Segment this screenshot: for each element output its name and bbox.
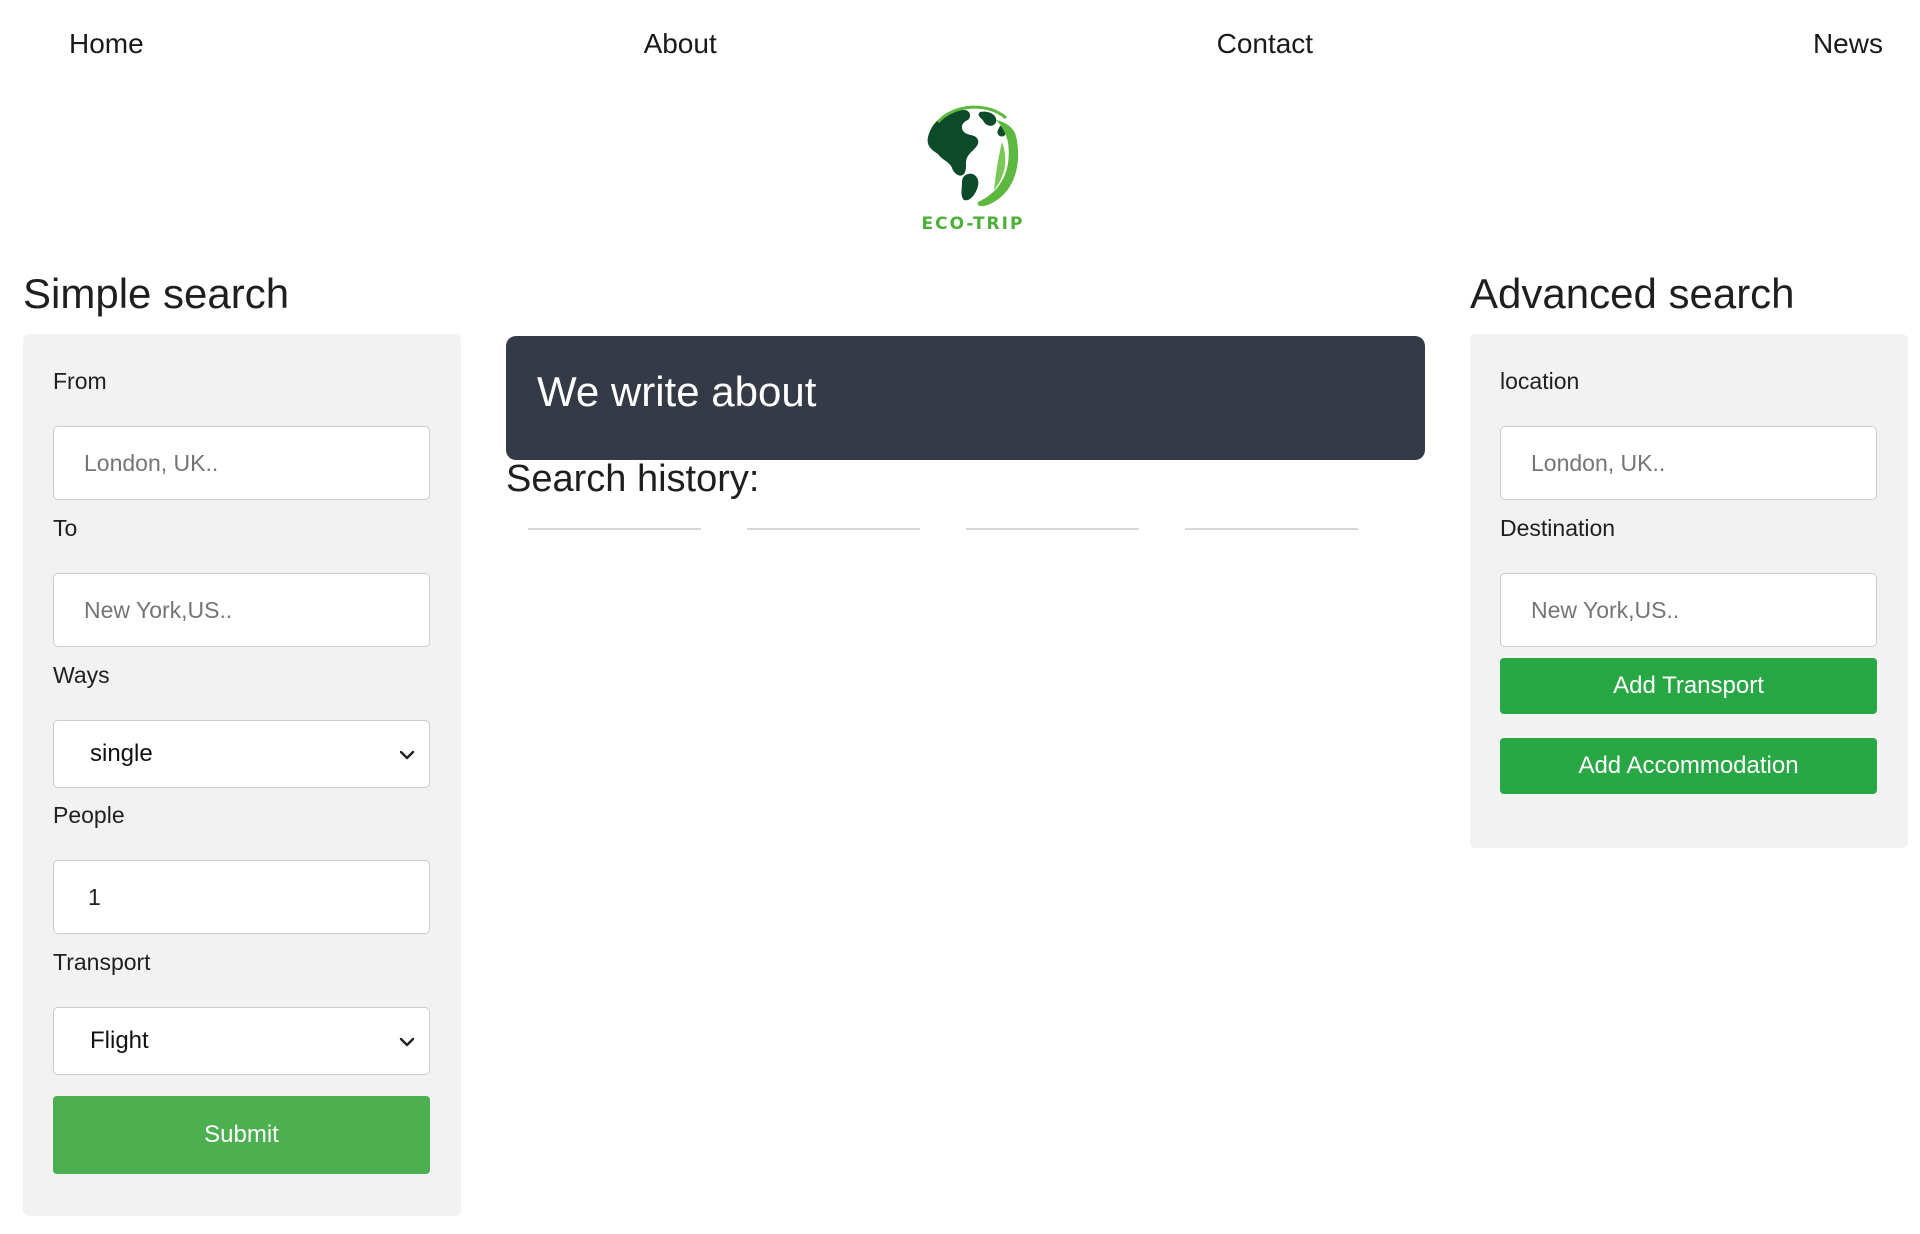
advanced-search-title: Advanced search: [1470, 270, 1795, 317]
add-accommodation-button[interactable]: Add Accommodation: [1500, 738, 1877, 794]
to-label: To: [53, 515, 78, 541]
people-label: People: [53, 802, 125, 828]
chevron-down-icon: [399, 750, 415, 760]
transport-selected-value: Flight: [90, 1027, 149, 1054]
we-write-about-banner: We write about: [506, 336, 1425, 460]
location-label: location: [1500, 368, 1580, 394]
logo-text: ECO-TRIP: [921, 214, 1025, 234]
eco-trip-logo: ECO-TRIP: [898, 92, 1048, 242]
top-nav: Home About Contact News: [69, 24, 1883, 64]
search-history-title: Search history:: [506, 458, 760, 500]
banner-text: We write about: [537, 368, 817, 415]
add-transport-button[interactable]: Add Transport: [1500, 658, 1877, 714]
from-input[interactable]: [53, 426, 430, 500]
from-label: From: [53, 368, 107, 394]
people-input[interactable]: [53, 860, 430, 934]
advanced-search-panel: location Destination Add Transport Add A…: [1470, 334, 1908, 848]
nav-contact-link[interactable]: Contact: [1217, 28, 1314, 60]
history-item[interactable]: [1185, 528, 1358, 530]
to-input[interactable]: [53, 573, 430, 647]
simple-search-title: Simple search: [23, 270, 290, 317]
chevron-down-icon: [399, 1037, 415, 1047]
history-item[interactable]: [747, 528, 920, 530]
ways-selected-value: single: [90, 740, 153, 767]
history-item[interactable]: [966, 528, 1139, 530]
globe-leaf-icon: [916, 102, 1020, 207]
ways-select[interactable]: single: [53, 720, 430, 788]
nav-news-link[interactable]: News: [1813, 28, 1883, 60]
history-item[interactable]: [528, 528, 701, 530]
location-input[interactable]: [1500, 426, 1877, 500]
simple-search-panel: From To Ways single People Transport Fli…: [23, 334, 461, 1216]
submit-button[interactable]: Submit: [53, 1096, 430, 1174]
nav-about-link[interactable]: About: [644, 28, 717, 60]
transport-select[interactable]: Flight: [53, 1007, 430, 1075]
ways-label: Ways: [53, 662, 110, 688]
nav-home-link[interactable]: Home: [69, 28, 144, 60]
transport-label: Transport: [53, 949, 151, 975]
destination-label: Destination: [1500, 515, 1616, 541]
destination-input[interactable]: [1500, 573, 1877, 647]
